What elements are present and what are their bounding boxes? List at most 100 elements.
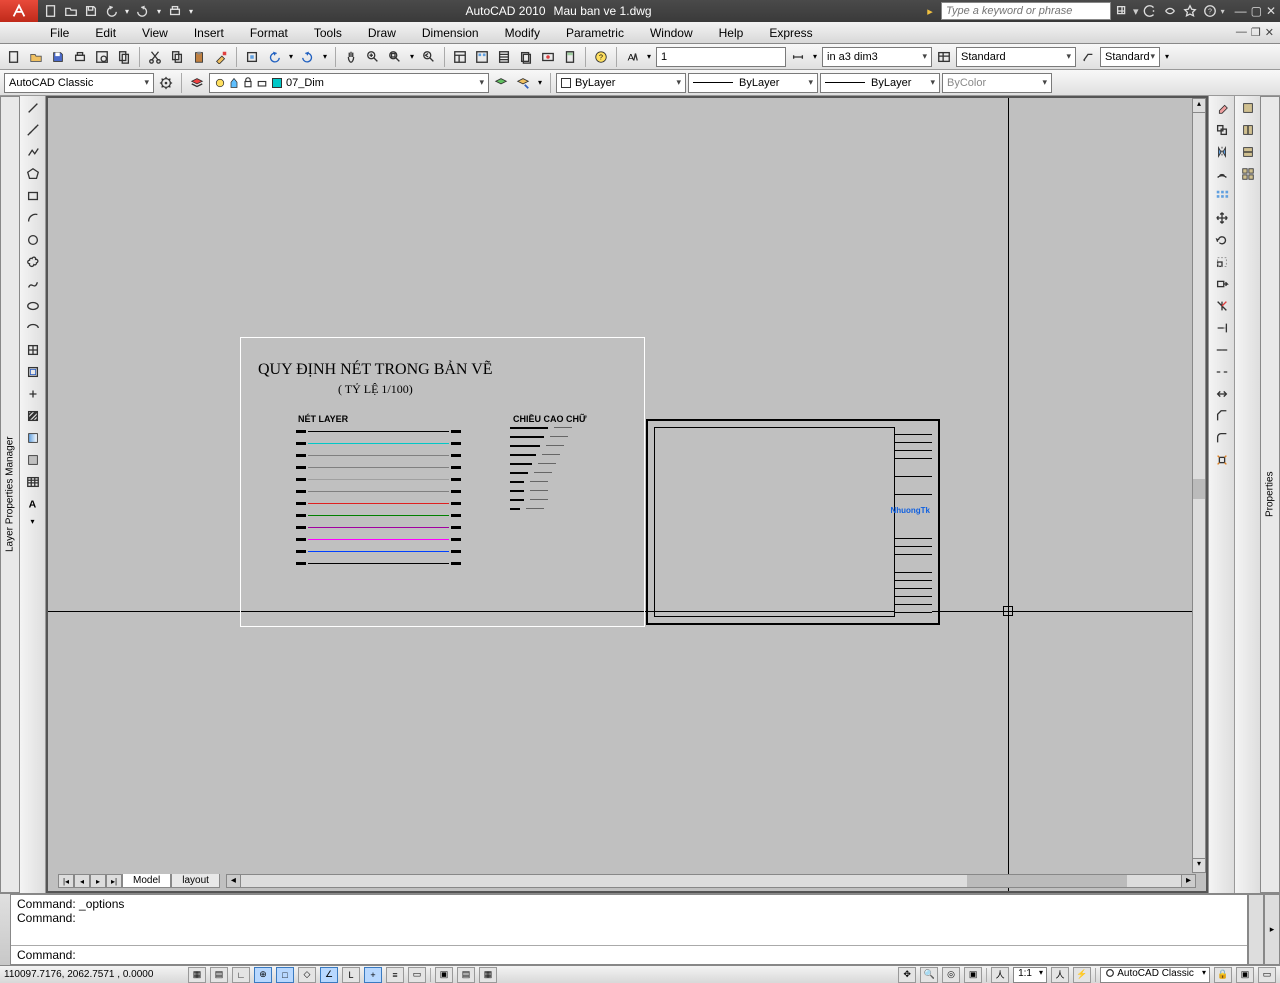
- menu-help[interactable]: Help: [707, 23, 756, 43]
- revision-cloud-icon[interactable]: [23, 252, 43, 272]
- search-toggle-icon[interactable]: ▸: [921, 2, 939, 20]
- join-icon[interactable]: [1212, 384, 1232, 404]
- grid-toggle[interactable]: ▤: [210, 967, 228, 983]
- copy-object-icon[interactable]: [1212, 120, 1232, 140]
- quick-view-layouts-icon[interactable]: ▤: [457, 967, 475, 983]
- app-menu-button[interactable]: [0, 0, 38, 22]
- tab-nav-next[interactable]: ▸: [90, 874, 106, 888]
- region-icon[interactable]: [23, 450, 43, 470]
- quick-view-drawings-icon[interactable]: ▦: [479, 967, 497, 983]
- cut-icon[interactable]: [145, 47, 165, 67]
- qp-toggle[interactable]: ▭: [408, 967, 426, 983]
- drawing-canvas[interactable]: QUY ĐỊNH NÉT TRONG BẢN VẼ ( TỶ LỆ 1/100)…: [48, 98, 1206, 891]
- command-input[interactable]: [76, 948, 1241, 962]
- lineweight-combo[interactable]: ByLayer: [820, 73, 940, 93]
- save-icon[interactable]: [82, 2, 100, 20]
- open-icon[interactable]: [62, 2, 80, 20]
- textstyle-dropdown-icon[interactable]: ▾: [644, 47, 654, 67]
- command-scrollbar[interactable]: [1248, 894, 1264, 965]
- line-icon[interactable]: [23, 98, 43, 118]
- zoom-realtime-icon[interactable]: [363, 47, 383, 67]
- redo-icon[interactable]: [134, 2, 152, 20]
- toolbar-lock-icon[interactable]: 🔒: [1214, 967, 1232, 983]
- menu-window[interactable]: Window: [638, 23, 705, 43]
- redo-list-icon[interactable]: ▾: [320, 47, 330, 67]
- design-center-icon[interactable]: [472, 47, 492, 67]
- mdi-restore-button[interactable]: ❐: [1251, 26, 1261, 39]
- rectangle-icon[interactable]: [23, 186, 43, 206]
- infocenter-search-input[interactable]: [941, 2, 1111, 20]
- mdi-close-button[interactable]: ✕: [1265, 26, 1274, 39]
- layer-previous-icon[interactable]: [491, 73, 511, 93]
- workspace-combo[interactable]: AutoCAD Classic: [4, 73, 154, 93]
- 3dosnap-toggle[interactable]: ◇: [298, 967, 316, 983]
- mirror-icon[interactable]: [1212, 142, 1232, 162]
- unknown-icon-1[interactable]: [1238, 98, 1258, 118]
- layout-tab[interactable]: layout: [171, 874, 220, 888]
- polar-toggle[interactable]: ⊕: [254, 967, 272, 983]
- comm-center-icon[interactable]: [1161, 2, 1179, 20]
- menu-modify[interactable]: Modify: [493, 23, 552, 43]
- pan-icon[interactable]: [341, 47, 361, 67]
- open-icon[interactable]: [26, 47, 46, 67]
- clean-screen-icon[interactable]: ▭: [1258, 967, 1276, 983]
- array-icon[interactable]: [1212, 186, 1232, 206]
- stretch-icon[interactable]: [1212, 274, 1232, 294]
- fillet-icon[interactable]: [1212, 428, 1232, 448]
- horizontal-scrollbar[interactable]: ◂ ▸: [226, 874, 1196, 888]
- mdi-minimize-button[interactable]: —: [1236, 26, 1247, 39]
- save-icon[interactable]: [48, 47, 68, 67]
- properties-tab[interactable]: Properties: [1260, 96, 1280, 893]
- tablestyle-combo[interactable]: Standard: [1100, 47, 1160, 67]
- explode-icon[interactable]: [1212, 450, 1232, 470]
- steering-wheel-icon[interactable]: ◎: [942, 967, 960, 983]
- menu-parametric[interactable]: Parametric: [554, 23, 636, 43]
- help-icon[interactable]: ?: [591, 47, 611, 67]
- layer-states-icon[interactable]: [513, 73, 533, 93]
- point-icon[interactable]: [23, 384, 43, 404]
- annotation-scale-input[interactable]: [656, 47, 786, 67]
- menu-express[interactable]: Express: [757, 23, 824, 43]
- tab-nav-prev[interactable]: ◂: [74, 874, 90, 888]
- dim-dropdown-icon[interactable]: ▾: [810, 47, 820, 67]
- undo-list-icon[interactable]: ▾: [286, 47, 296, 67]
- redo-icon[interactable]: [298, 47, 318, 67]
- lwt-toggle[interactable]: ≡: [386, 967, 404, 983]
- redo-dropdown-icon[interactable]: ▾: [154, 2, 164, 20]
- menu-insert[interactable]: Insert: [182, 23, 236, 43]
- textstyle-combo[interactable]: Standard: [956, 47, 1076, 67]
- unknown-icon-3[interactable]: [1238, 142, 1258, 162]
- vertical-scrollbar[interactable]: ▴ ▾: [1192, 98, 1206, 873]
- plotstyle-combo[interactable]: ByColor: [942, 73, 1052, 93]
- hatch-icon[interactable]: [23, 406, 43, 426]
- undo-icon[interactable]: [264, 47, 284, 67]
- dimstyle-combo[interactable]: in a3 dim3: [822, 47, 932, 67]
- break-icon[interactable]: [1212, 362, 1232, 382]
- plot-preview-icon[interactable]: [92, 47, 112, 67]
- menu-file[interactable]: File: [38, 23, 81, 43]
- trim-icon[interactable]: [1212, 296, 1232, 316]
- qat-dropdown-icon[interactable]: ▾: [186, 2, 196, 20]
- favorites-icon[interactable]: [1181, 2, 1199, 20]
- maximize-button[interactable]: ▢: [1251, 4, 1262, 18]
- layer-properties-icon[interactable]: [187, 73, 207, 93]
- plot-icon[interactable]: [70, 47, 90, 67]
- insert-block-icon[interactable]: [23, 340, 43, 360]
- close-button[interactable]: ✕: [1266, 4, 1276, 18]
- dyn-toggle[interactable]: +: [364, 967, 382, 983]
- coordinates-display[interactable]: 110097.7176, 2062.7571 , 0.0000: [4, 969, 184, 980]
- model-paper-toggle[interactable]: ▣: [435, 967, 453, 983]
- menu-edit[interactable]: Edit: [83, 23, 128, 43]
- scale-icon[interactable]: [1212, 252, 1232, 272]
- plot-icon[interactable]: [166, 2, 184, 20]
- tablestyle-dropdown-icon[interactable]: ▾: [1162, 47, 1172, 67]
- multileader-icon[interactable]: [1078, 47, 1098, 67]
- polyline-icon[interactable]: [23, 142, 43, 162]
- zoom-window-icon[interactable]: [385, 47, 405, 67]
- color-combo[interactable]: ByLayer: [556, 73, 686, 93]
- dimension-icon[interactable]: [788, 47, 808, 67]
- linetype-combo[interactable]: ByLayer: [688, 73, 818, 93]
- tab-nav-last[interactable]: ▸|: [106, 874, 122, 888]
- workspace-status-combo[interactable]: AutoCAD Classic: [1100, 967, 1210, 983]
- undo-icon[interactable]: [102, 2, 120, 20]
